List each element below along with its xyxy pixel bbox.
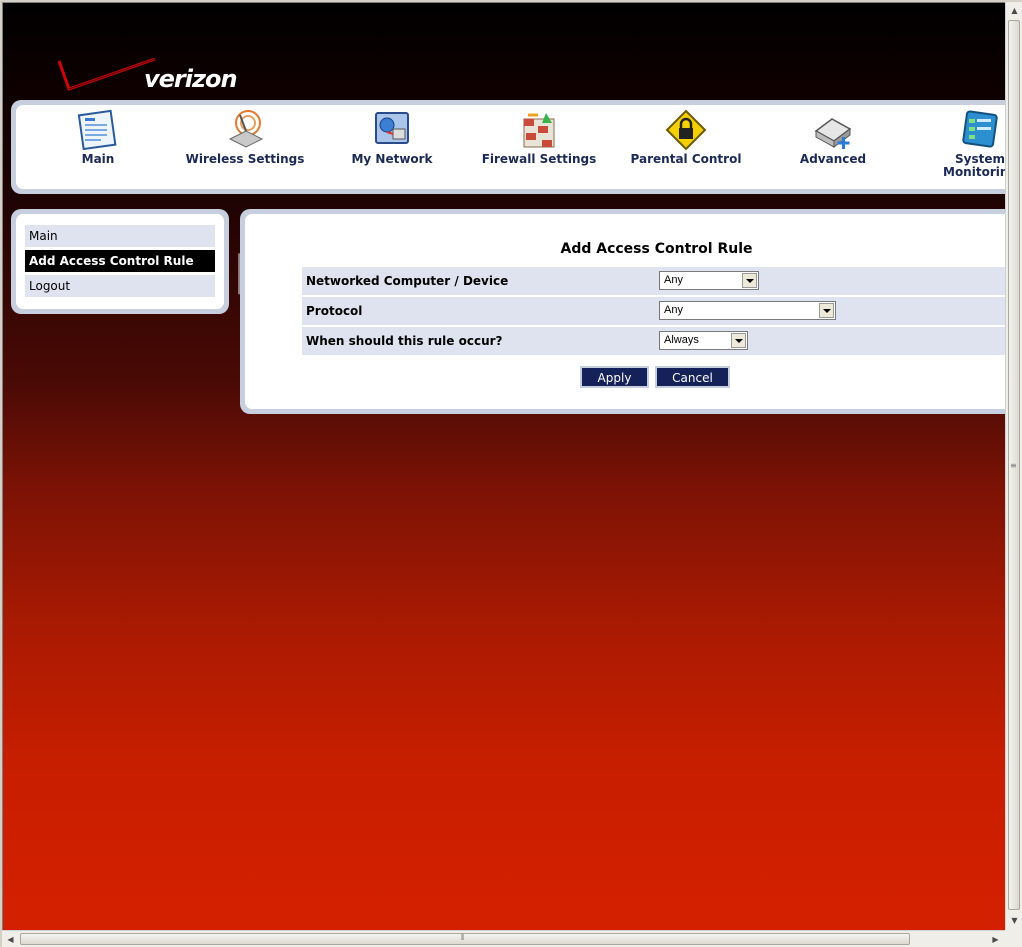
protocol-select-value: Any <box>664 304 683 316</box>
nav-system-monitoring[interactable]: System Monitoring <box>920 109 1005 179</box>
scroll-right-icon[interactable]: ▶ <box>988 932 1003 947</box>
nav-main-label: Main <box>81 152 115 166</box>
chevron-down-icon[interactable] <box>819 303 834 318</box>
scrollbar-corner <box>1005 930 1022 947</box>
scroll-left-icon[interactable]: ◀ <box>3 932 18 947</box>
horizontal-scrollbar[interactable]: ◀ ⦀ ▶ <box>2 930 1005 947</box>
nav-wireless-settings[interactable]: Wireless Settings <box>185 109 305 166</box>
advanced-icon <box>814 118 852 149</box>
content-panel: Add Access Control Rule Networked Comput… <box>240 209 1005 414</box>
cancel-button[interactable]: Cancel <box>655 366 730 388</box>
nav-firewall-settings-label: Firewall Settings <box>481 152 597 166</box>
my-network-icon <box>375 112 409 144</box>
parental-control-icon <box>665 109 707 151</box>
networked-device-label: Networked Computer / Device <box>306 274 509 288</box>
form-row-schedule: When should this rule occur? Always <box>302 327 1005 355</box>
protocol-select[interactable]: Any <box>659 301 836 320</box>
nav-wireless-settings-label: Wireless Settings <box>185 152 305 166</box>
grip-icon: ⦀ <box>461 933 465 942</box>
firewall-settings-icon <box>523 113 555 148</box>
horizontal-scroll-thumb[interactable]: ⦀ <box>20 933 910 945</box>
schedule-select-value: Always <box>664 334 699 346</box>
apply-button[interactable]: Apply <box>580 366 649 388</box>
schedule-select[interactable]: Always <box>659 331 748 350</box>
nav-advanced-label: Advanced <box>799 152 867 166</box>
verizon-logo: verizon <box>55 53 241 97</box>
top-navigation-panel: Main Wireless Settings My Network Firewa… <box>16 105 1005 189</box>
networked-device-select[interactable]: Any <box>659 271 759 290</box>
page-title: Add Access Control Rule <box>560 241 753 257</box>
protocol-label: Protocol <box>306 304 363 318</box>
nav-advanced[interactable]: Advanced <box>773 109 893 166</box>
nav-my-network[interactable]: My Network <box>332 109 452 166</box>
vertical-scrollbar[interactable]: ▲ ≡ ▼ <box>1005 2 1022 930</box>
logo-text: verizon <box>144 65 238 93</box>
scroll-down-icon[interactable]: ▼ <box>1007 913 1022 928</box>
sidebar-item-main[interactable]: Main <box>25 225 215 247</box>
nav-parental-control[interactable]: Parental Control <box>626 109 746 166</box>
sidebar: Main Add Access Control Rule Logout <box>11 209 229 314</box>
grip-icon: ≡ <box>1010 461 1017 470</box>
form-row-protocol: Protocol Any <box>302 297 1005 325</box>
nav-my-network-label: My Network <box>351 152 433 166</box>
vertical-scroll-thumb[interactable]: ≡ <box>1008 20 1020 910</box>
nav-system-monitoring-label: System Monitoring <box>943 152 1005 179</box>
schedule-label: When should this rule occur? <box>306 334 503 348</box>
networked-device-select-value: Any <box>664 274 683 286</box>
main-icon <box>77 109 117 151</box>
form-panel: Add Access Control Rule Networked Comput… <box>245 214 1005 409</box>
nav-firewall-settings[interactable]: Firewall Settings <box>479 109 599 166</box>
browser-viewport: verizon PcWinTech.com Main <box>2 2 1005 931</box>
chevron-down-icon[interactable] <box>731 333 746 348</box>
scroll-up-icon[interactable]: ▲ <box>1007 3 1022 18</box>
sidebar-item-add-access-control-rule[interactable]: Add Access Control Rule <box>25 250 215 272</box>
sidebar-panel: Main Add Access Control Rule Logout <box>16 214 224 309</box>
nav-parental-control-label: Parental Control <box>630 152 742 166</box>
chevron-down-icon[interactable] <box>742 273 757 288</box>
wireless-settings-icon <box>228 110 264 148</box>
form-row-networked-device: Networked Computer / Device Any <box>302 267 1005 295</box>
sidebar-item-logout[interactable]: Logout <box>25 275 215 297</box>
system-monitoring-icon <box>962 110 998 148</box>
top-navigation: Main Wireless Settings My Network Firewa… <box>11 100 1005 194</box>
nav-main[interactable]: Main <box>38 109 158 166</box>
